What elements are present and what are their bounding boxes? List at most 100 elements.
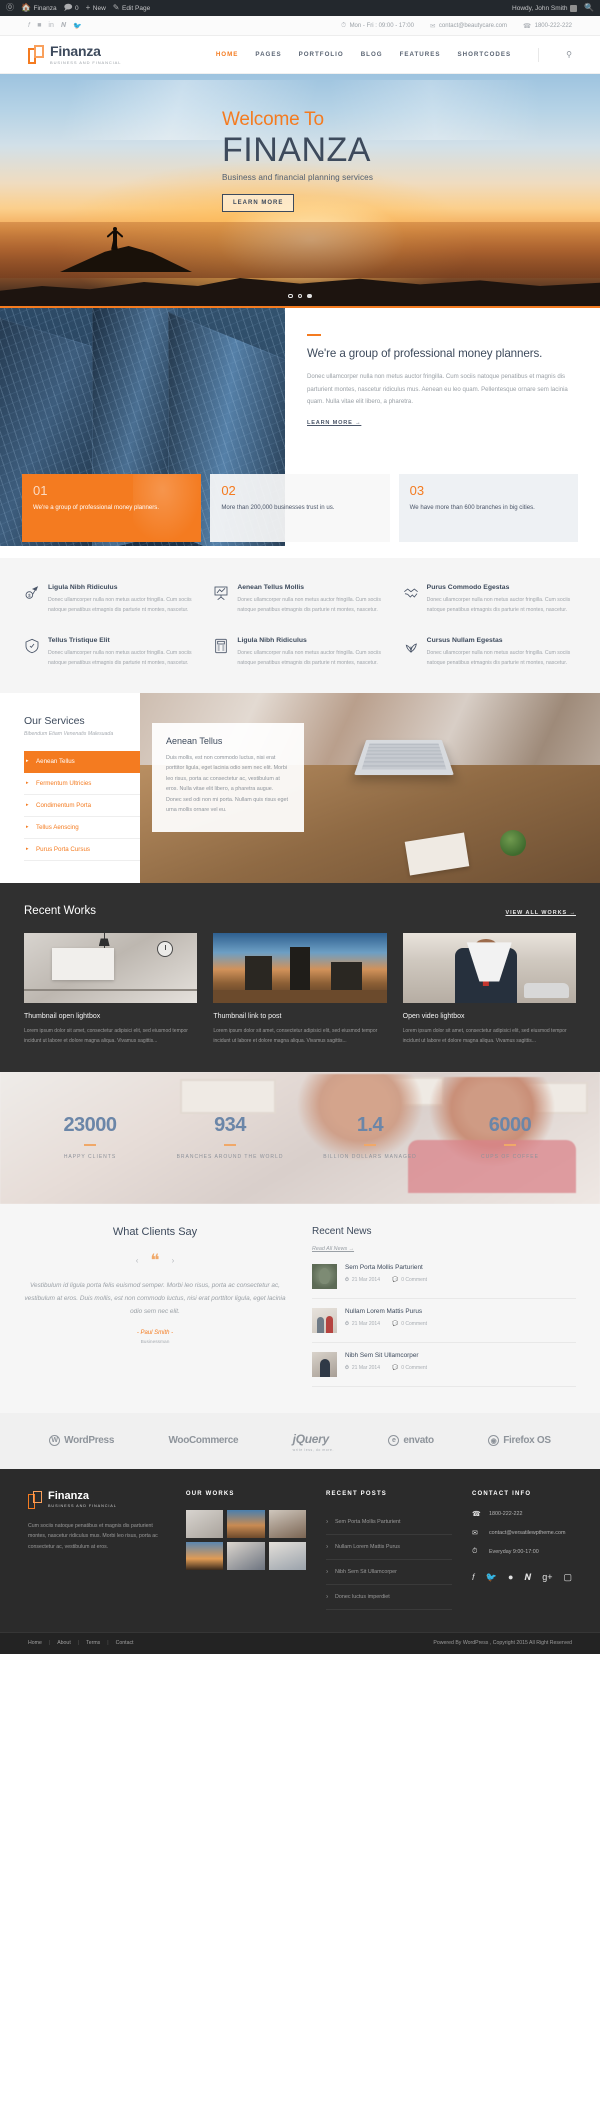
- services-panel: Aenean Tellus Duis mollis, est non commo…: [152, 722, 304, 832]
- footer-logo[interactable]: Finanza BUSINESS AND FINANCIAL: [28, 1490, 166, 1509]
- view-all-works-link[interactable]: VIEW ALL WORKS →: [505, 910, 576, 916]
- promo-card-2[interactable]: 02 More than 200,000 businesses trust in…: [210, 474, 390, 542]
- pinterest-icon[interactable]: 𝑵: [61, 22, 66, 30]
- hero-dot-2[interactable]: [297, 293, 303, 298]
- flickr-icon[interactable]: ■: [37, 22, 41, 29]
- work-thumbnail-2[interactable]: [213, 932, 387, 1003]
- brand-jquery[interactable]: jQuery write less, do more.: [293, 1430, 334, 1452]
- work-thumbnail-3[interactable]: [402, 932, 576, 1003]
- testimonial-controls: ‹ ❝ ›: [24, 1252, 286, 1269]
- footer-post-link[interactable]: Sem Porta Mollis Parturient: [325, 1510, 452, 1535]
- testimonial-body: Vestibulum id ligula porta felis euismod…: [24, 1281, 286, 1315]
- google-plus-icon[interactable]: g+: [542, 1572, 552, 1583]
- hero-learn-more-button[interactable]: LEARN MORE: [222, 193, 295, 212]
- nav-item-blog[interactable]: BLOG: [361, 51, 383, 58]
- brand-wordpress[interactable]: W WordPress: [49, 1435, 114, 1447]
- brand-woocommerce[interactable]: WooCommerce: [168, 1435, 238, 1446]
- dribbble-icon[interactable]: ●: [508, 1572, 513, 1583]
- instagram-icon[interactable]: ▢: [563, 1572, 572, 1583]
- clock-icon: ⏱: [345, 1364, 349, 1371]
- feature-item: Tellus Tristique Elit Donec ullamcorper …: [24, 637, 197, 668]
- services-tab-list: Aenean Tellus Fermentum Ultricies Condim…: [24, 750, 140, 861]
- linkedin-icon[interactable]: in: [48, 22, 53, 29]
- footer-link-home[interactable]: Home: [28, 1640, 42, 1646]
- promo-number-3: 03: [409, 483, 425, 498]
- footer-link-about[interactable]: About: [57, 1640, 71, 1646]
- work-thumbnail-1[interactable]: [24, 932, 198, 1003]
- promo-text-1: We're a group of professional money plan…: [33, 504, 160, 511]
- footer-link-terms[interactable]: Terms: [86, 1640, 100, 1646]
- footer-work-thumb[interactable]: [227, 1509, 265, 1538]
- promo-number-1: 01: [33, 483, 48, 498]
- footer-post-link[interactable]: Donec luctus imperdiet: [325, 1585, 452, 1610]
- nav-item-pages[interactable]: PAGES: [255, 51, 281, 58]
- adminbar-comments[interactable]: 🗩 0: [64, 4, 79, 12]
- footer-hours: ⏱ Everyday 9:00-17:00: [472, 1548, 572, 1556]
- adminbar-search-icon[interactable]: 🔍: [584, 4, 594, 12]
- work-item[interactable]: Thumbnail open lightbox Lorem ipsum dolo…: [24, 932, 198, 1046]
- contact-email[interactable]: ✉ contact@beautycare.com: [430, 22, 507, 30]
- footer-work-thumb[interactable]: [227, 1541, 265, 1570]
- hero-dot-1[interactable]: [288, 293, 293, 298]
- footer-work-thumb[interactable]: [185, 1509, 224, 1538]
- work-item[interactable]: Thumbnail link to post Lorem ipsum dolor…: [213, 932, 387, 1046]
- footer-bottom-bar: Home | About | Terms | Contact Powered By W…: [0, 1631, 600, 1654]
- chevron-right-icon[interactable]: ›: [172, 1256, 175, 1265]
- footer-link-contact[interactable]: Contact: [116, 1640, 134, 1646]
- read-all-news-link[interactable]: Read All News →: [312, 1246, 354, 1252]
- footer-work-thumb[interactable]: [268, 1509, 306, 1538]
- footer-work-thumb[interactable]: [268, 1541, 306, 1570]
- footer-post-link[interactable]: Nibh Sem Sit Ullamcorper: [325, 1560, 452, 1585]
- facebook-icon[interactable]: 𝑓: [472, 1572, 475, 1583]
- facebook-icon[interactable]: 𝑓: [28, 22, 30, 30]
- twitter-icon[interactable]: 🐦: [73, 22, 82, 30]
- services-tab-tellus-aenscing[interactable]: Tellus Aenscing: [24, 817, 140, 839]
- footer-post-link[interactable]: Nullam Lorem Mattis Purus: [325, 1535, 452, 1560]
- adminbar-edit-page[interactable]: ✎ Edit Page: [113, 4, 150, 12]
- adminbar-new[interactable]: + New: [86, 4, 106, 12]
- counter-cups-of-coffee: 6000 CUPS OF COFFEE: [440, 1114, 580, 1162]
- services-tab-aenean-tellus[interactable]: Aenean Tellus: [24, 750, 140, 773]
- nav-item-home[interactable]: HOME: [216, 51, 239, 58]
- news-item[interactable]: Nullam Lorem Mattis Purus ⏱ 21 Mar 2014 💬…: [312, 1299, 576, 1343]
- brand-envato[interactable]: e envato: [388, 1435, 434, 1447]
- feature-title: Purus Commodo Egestas: [426, 584, 510, 591]
- calculator-icon: [213, 637, 229, 668]
- feature-title: Tellus Tristique Elit: [48, 637, 110, 645]
- adminbar-account[interactable]: Howdy, John Smith: [512, 4, 578, 12]
- pinterest-icon[interactable]: 𝑵: [524, 1572, 531, 1583]
- avatar: [570, 4, 578, 12]
- feature-title: Ligula Nibh Ridiculus: [237, 637, 307, 645]
- nav-item-shortcodes[interactable]: SHORTCODES: [457, 51, 511, 58]
- services-tab-fermentum-ultricies[interactable]: Fermentum Ultricies: [24, 773, 140, 795]
- site-logo[interactable]: Finanza BUSINESS AND FINANCIAL: [28, 44, 121, 65]
- news-item[interactable]: Sem Porta Mollis Parturient ⏱ 21 Mar 2014…: [312, 1255, 576, 1299]
- twitter-icon[interactable]: 🐦: [486, 1572, 497, 1583]
- wp-logo-icon[interactable]: ⓪: [6, 4, 14, 12]
- promo-card-1[interactable]: 01 We're a group of professional money p…: [22, 474, 202, 542]
- services-tab-condimentum-porta[interactable]: Condimentum Porta: [24, 795, 140, 817]
- brand-firefox-os[interactable]: ◉ Firefox OS: [488, 1435, 551, 1447]
- footer-email[interactable]: ✉ contact@versatilewptheme.com: [472, 1529, 572, 1537]
- about-learn-more-link[interactable]: LEARN MORE →: [307, 420, 361, 426]
- chevron-left-icon[interactable]: ‹: [136, 1256, 139, 1265]
- footer-phone[interactable]: ☎ 1800-222-222: [472, 1510, 572, 1518]
- adminbar-site-name[interactable]: 🏠 Finanza: [21, 4, 57, 12]
- nav-item-features[interactable]: FEATURES: [400, 51, 441, 58]
- news-item[interactable]: Nibh Sem Sit Ullamcorper ⏱ 21 Mar 2014 💬 0…: [312, 1343, 576, 1387]
- contact-phone[interactable]: ☎ 1800-222-222: [523, 22, 572, 30]
- footer-work-thumb[interactable]: [185, 1541, 224, 1570]
- work-item[interactable]: Open video lightbox Lorem ipsum dolor si…: [402, 932, 576, 1046]
- footer-posts-column: RECENT POSTS Sem Porta Mollis Parturient…: [325, 1491, 452, 1610]
- promo-card-3[interactable]: 03 We have more than 600 branches in big…: [398, 474, 578, 542]
- news-title: Nibh Sem Sit Ullamcorper: [345, 1351, 419, 1359]
- contact-phone-text: 1800-222-222: [534, 22, 572, 29]
- hero-dot-3[interactable]: [307, 293, 312, 298]
- search-icon[interactable]: ⚲: [566, 50, 572, 59]
- clock-icon: ⏱: [345, 1320, 349, 1327]
- promo-text-3: We have more than 600 branches in big ci…: [409, 504, 535, 511]
- services-tab-purus-porta-cursus[interactable]: Purus Porta Cursus: [24, 839, 140, 861]
- nav-item-portfolio[interactable]: PORTFOLIO: [299, 51, 344, 58]
- footer-works-heading: OUR WORKS: [185, 1490, 235, 1497]
- hero-subtitle: Business and financial planning services: [222, 172, 374, 182]
